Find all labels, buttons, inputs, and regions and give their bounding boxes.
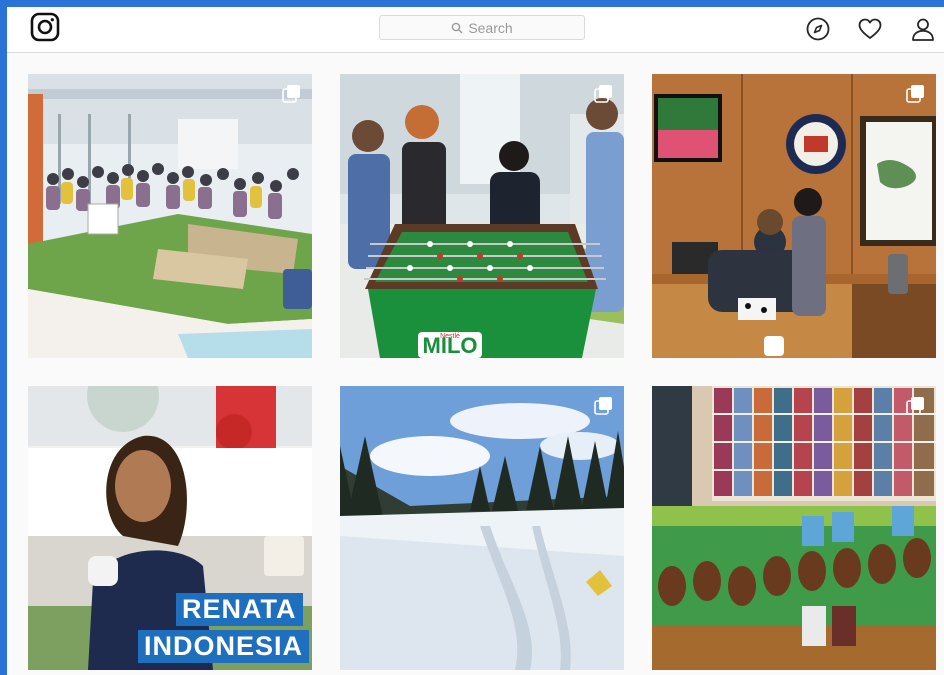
carousel-icon — [594, 85, 612, 103]
post-chocolate-shelves[interactable] — [652, 386, 936, 670]
compass-icon[interactable] — [805, 16, 831, 42]
post-snow-landscape[interactable] — [340, 386, 624, 670]
caption-line-1: RENATA — [176, 593, 303, 626]
search-input[interactable]: Search — [379, 15, 585, 40]
top-navigation-bar: Search — [7, 7, 944, 53]
post-image — [28, 386, 312, 670]
instagram-camera-icon[interactable] — [30, 12, 60, 42]
heart-icon[interactable] — [857, 16, 883, 42]
post-image — [28, 74, 312, 358]
instagram-page: Search MILO Nestlé RENATA INDONESIA — [7, 7, 944, 675]
post-image — [340, 386, 624, 670]
post-image — [652, 74, 936, 358]
post-office-desk[interactable] — [652, 74, 936, 358]
caption-line-2: INDONESIA — [138, 630, 310, 663]
post-portrait[interactable]: RENATA INDONESIA — [28, 386, 312, 670]
post-office-event[interactable] — [28, 74, 312, 358]
post-image — [652, 386, 936, 670]
carousel-icon — [906, 85, 924, 103]
post-foosball-milo[interactable]: MILO Nestlé — [340, 74, 624, 358]
search-icon — [451, 22, 463, 34]
carousel-icon — [594, 397, 612, 415]
carousel-icon — [282, 85, 300, 103]
search-placeholder: Search — [468, 19, 513, 36]
carousel-icon — [906, 397, 924, 415]
nestle-logo-text: Nestlé — [440, 333, 460, 340]
post-image: MILO Nestlé — [340, 74, 624, 358]
user-icon[interactable] — [910, 16, 936, 42]
